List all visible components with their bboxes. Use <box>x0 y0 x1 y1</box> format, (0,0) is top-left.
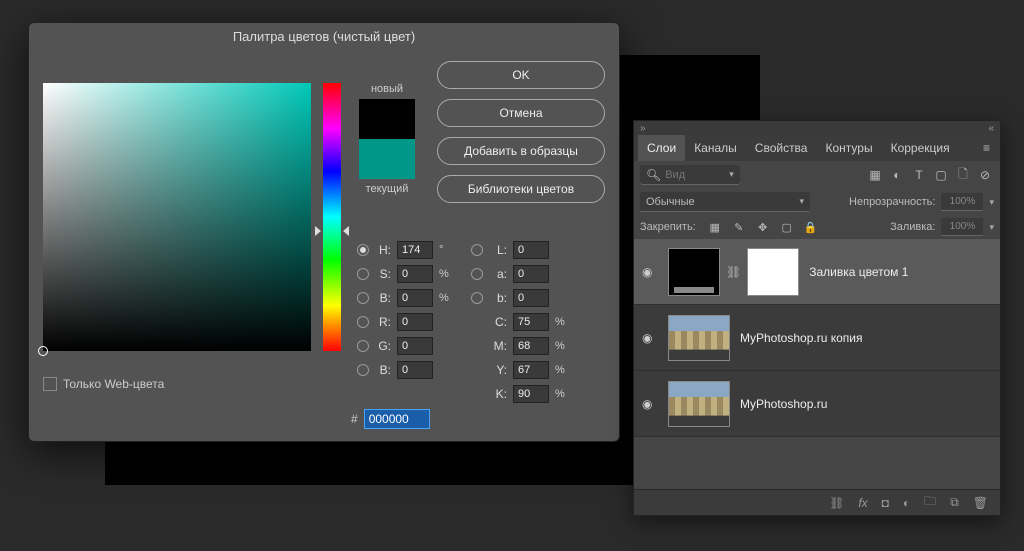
s-radio[interactable] <box>357 268 369 280</box>
layer-name[interactable]: MyPhotoshop.ru копия <box>740 331 862 345</box>
a-input[interactable] <box>513 265 549 283</box>
mask-thumbnail[interactable] <box>747 248 799 296</box>
s-input[interactable] <box>397 265 433 283</box>
sat-cursor[interactable] <box>38 346 48 356</box>
blend-mode-dropdown[interactable]: Обычные ▾ <box>640 192 810 212</box>
filter-toggle-icon[interactable]: ⊘ <box>976 166 994 184</box>
g-radio[interactable] <box>357 340 369 352</box>
layers-panel: » « Слои Каналы Свойства Контуры Коррекц… <box>633 120 1001 516</box>
fill-input[interactable]: 100% <box>941 218 983 236</box>
collapse-right-icon[interactable]: « <box>988 123 994 134</box>
hue-pointer <box>315 226 321 236</box>
opacity-input[interactable]: 100% <box>941 193 983 211</box>
b-hsb-input[interactable] <box>397 289 433 307</box>
y-input[interactable] <box>513 361 549 379</box>
trash-icon[interactable]: 🗑 <box>973 496 988 510</box>
filter-adjust-icon[interactable]: ◐ <box>888 166 906 184</box>
filter-smart-icon[interactable]: 🗋 <box>954 166 972 184</box>
saturation-field[interactable] <box>43 83 311 351</box>
layer-thumbnail[interactable] <box>668 315 730 361</box>
h-input[interactable] <box>397 241 433 259</box>
chevron-down-icon: ▾ <box>799 196 804 207</box>
b-lab-input[interactable] <box>513 289 549 307</box>
l-input[interactable] <box>513 241 549 259</box>
r-radio[interactable] <box>357 316 369 328</box>
lock-artboard-icon[interactable]: ▢ <box>778 218 796 236</box>
link-icon[interactable]: ⛓ <box>726 265 741 279</box>
lock-pixels-icon[interactable]: ✎ <box>730 218 748 236</box>
current-color-swatch[interactable] <box>359 139 415 179</box>
chevron-down-icon: ▾ <box>729 169 734 180</box>
chevron-down-icon[interactable]: ▾ <box>989 222 994 233</box>
b-rgb-input[interactable] <box>397 361 433 379</box>
layer-row[interactable]: ◉ MyPhotoshop.ru копия <box>634 305 1000 371</box>
lock-position-icon[interactable]: ✥ <box>754 218 772 236</box>
add-swatch-button[interactable]: Добавить в образцы <box>437 137 605 165</box>
k-input[interactable] <box>513 385 549 403</box>
panel-menu-icon[interactable]: ≡ <box>977 141 996 155</box>
b-hsb-radio[interactable] <box>357 292 369 304</box>
layer-thumbnail[interactable] <box>668 248 720 296</box>
a-radio[interactable] <box>471 268 483 280</box>
new-color-label: новый <box>359 83 415 95</box>
ok-button[interactable]: OK <box>437 61 605 89</box>
g-input[interactable] <box>397 337 433 355</box>
filter-shape-icon[interactable]: ▢ <box>932 166 950 184</box>
visibility-icon[interactable]: ◉ <box>642 265 658 279</box>
panel-tabs: Слои Каналы Свойства Контуры Коррекция ≡ <box>634 135 1000 161</box>
hue-slider[interactable] <box>323 83 341 351</box>
adjustment-icon[interactable]: ◐ <box>903 496 910 510</box>
layer-name[interactable]: MyPhotoshop.ru <box>740 397 827 411</box>
hue-pointer <box>343 226 349 236</box>
opacity-label: Непрозрачность: <box>849 196 935 208</box>
visibility-icon[interactable]: ◉ <box>642 397 658 411</box>
r-input[interactable] <box>397 313 433 331</box>
mask-icon[interactable]: ◘ <box>882 496 889 510</box>
tab-properties[interactable]: Свойства <box>746 135 817 161</box>
web-only-checkbox[interactable] <box>43 377 57 391</box>
search-icon: 🔍︎ <box>646 168 661 182</box>
b-rgb-radio[interactable] <box>357 364 369 376</box>
fill-label: Заливка: <box>890 221 935 233</box>
l-radio[interactable] <box>471 244 483 256</box>
chevron-down-icon[interactable]: ▾ <box>989 197 994 208</box>
hash-label: # <box>351 412 358 426</box>
h-radio[interactable] <box>357 244 369 256</box>
m-input[interactable] <box>513 337 549 355</box>
tab-layers[interactable]: Слои <box>638 135 685 161</box>
tab-paths[interactable]: Контуры <box>816 135 881 161</box>
layer-name[interactable]: Заливка цветом 1 <box>809 265 908 279</box>
filter-type-icon[interactable]: T <box>910 166 928 184</box>
layer-thumbnail[interactable] <box>668 381 730 427</box>
dialog-title: Палитра цветов (чистый цвет) <box>29 23 619 51</box>
web-only-label: Только Web-цвета <box>63 377 164 391</box>
fx-icon[interactable]: fx <box>858 496 867 510</box>
lock-all-icon[interactable]: 🔒 <box>802 218 820 236</box>
hex-input[interactable] <box>364 409 430 429</box>
new-color-swatch[interactable] <box>359 99 415 139</box>
link-layers-icon[interactable]: ⛓ <box>829 496 844 510</box>
filter-pixel-icon[interactable]: ▦ <box>866 166 884 184</box>
c-input[interactable] <box>513 313 549 331</box>
visibility-icon[interactable]: ◉ <box>642 331 658 345</box>
layer-filter-dropdown[interactable]: 🔍︎ ▾ <box>640 165 740 185</box>
new-layer-icon[interactable]: ⧉ <box>950 495 959 510</box>
layer-row[interactable]: ◉ MyPhotoshop.ru <box>634 371 1000 437</box>
collapse-left-icon[interactable]: » <box>640 123 646 134</box>
color-libraries-button[interactable]: Библиотеки цветов <box>437 175 605 203</box>
lock-transparency-icon[interactable]: ▦ <box>706 218 724 236</box>
layer-filter-input[interactable] <box>665 169 725 181</box>
tab-adjustments[interactable]: Коррекция <box>882 135 959 161</box>
color-picker-dialog: Палитра цветов (чистый цвет) новый текущ… <box>28 22 620 442</box>
b-lab-radio[interactable] <box>471 292 483 304</box>
group-icon[interactable]: 🗀 <box>924 492 936 513</box>
lock-label: Закрепить: <box>640 221 696 233</box>
current-color-label: текущий <box>359 183 415 195</box>
layer-row[interactable]: ◉ ⛓ Заливка цветом 1 <box>634 239 1000 305</box>
tab-channels[interactable]: Каналы <box>685 135 746 161</box>
cancel-button[interactable]: Отмена <box>437 99 605 127</box>
